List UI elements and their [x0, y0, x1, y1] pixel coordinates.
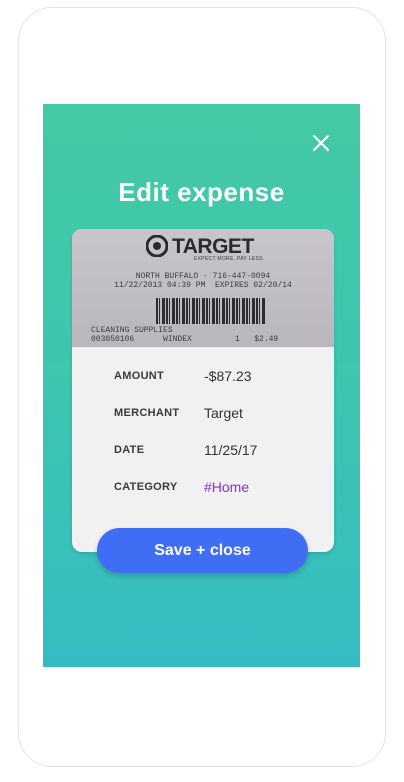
- date-label: DATE: [114, 444, 145, 456]
- merchant-label: MERCHANT: [114, 407, 180, 419]
- category-label: CATEGORY: [114, 481, 178, 493]
- receipt-barcode: [156, 298, 266, 324]
- close-icon[interactable]: [312, 134, 330, 152]
- category-value[interactable]: #Home: [204, 479, 249, 495]
- save-close-button[interactable]: Save + close: [97, 528, 308, 573]
- merchant-value[interactable]: Target: [204, 405, 243, 421]
- edit-expense-screen: Edit expense TARGET EXPECT MORE. PAY LES…: [43, 104, 360, 667]
- category-row[interactable]: CATEGORY #Home: [72, 477, 334, 497]
- receipt-logo: TARGET: [146, 235, 254, 257]
- amount-label: AMOUNT: [114, 370, 165, 382]
- amount-value[interactable]: -$87.23: [204, 368, 251, 384]
- receipt-brand: TARGET: [172, 234, 254, 258]
- page-title: Edit expense: [118, 177, 285, 207]
- date-value[interactable]: 11/25/17: [204, 442, 257, 458]
- receipt-slogan: EXPECT MORE. PAY LESS.: [194, 256, 265, 262]
- receipt-item-line: 003050106 WINDEX 1 $2.49: [91, 335, 279, 344]
- amount-row[interactable]: AMOUNT -$87.23: [72, 366, 334, 386]
- receipt-section: CLEANING SUPPLIES: [91, 326, 173, 335]
- expense-card: TARGET EXPECT MORE. PAY LESS. NORTH BUFF…: [72, 229, 334, 552]
- receipt-image: TARGET EXPECT MORE. PAY LESS. NORTH BUFF…: [72, 229, 334, 347]
- receipt-date-line: 11/22/2013 04:39 PM EXPIRES 02/20/14: [114, 281, 292, 290]
- target-bullseye-icon: [146, 235, 168, 257]
- date-row[interactable]: DATE 11/25/17: [72, 440, 334, 460]
- merchant-row[interactable]: MERCHANT Target: [72, 403, 334, 423]
- receipt-store-line: NORTH BUFFALO - 716-447-0094: [135, 272, 271, 281]
